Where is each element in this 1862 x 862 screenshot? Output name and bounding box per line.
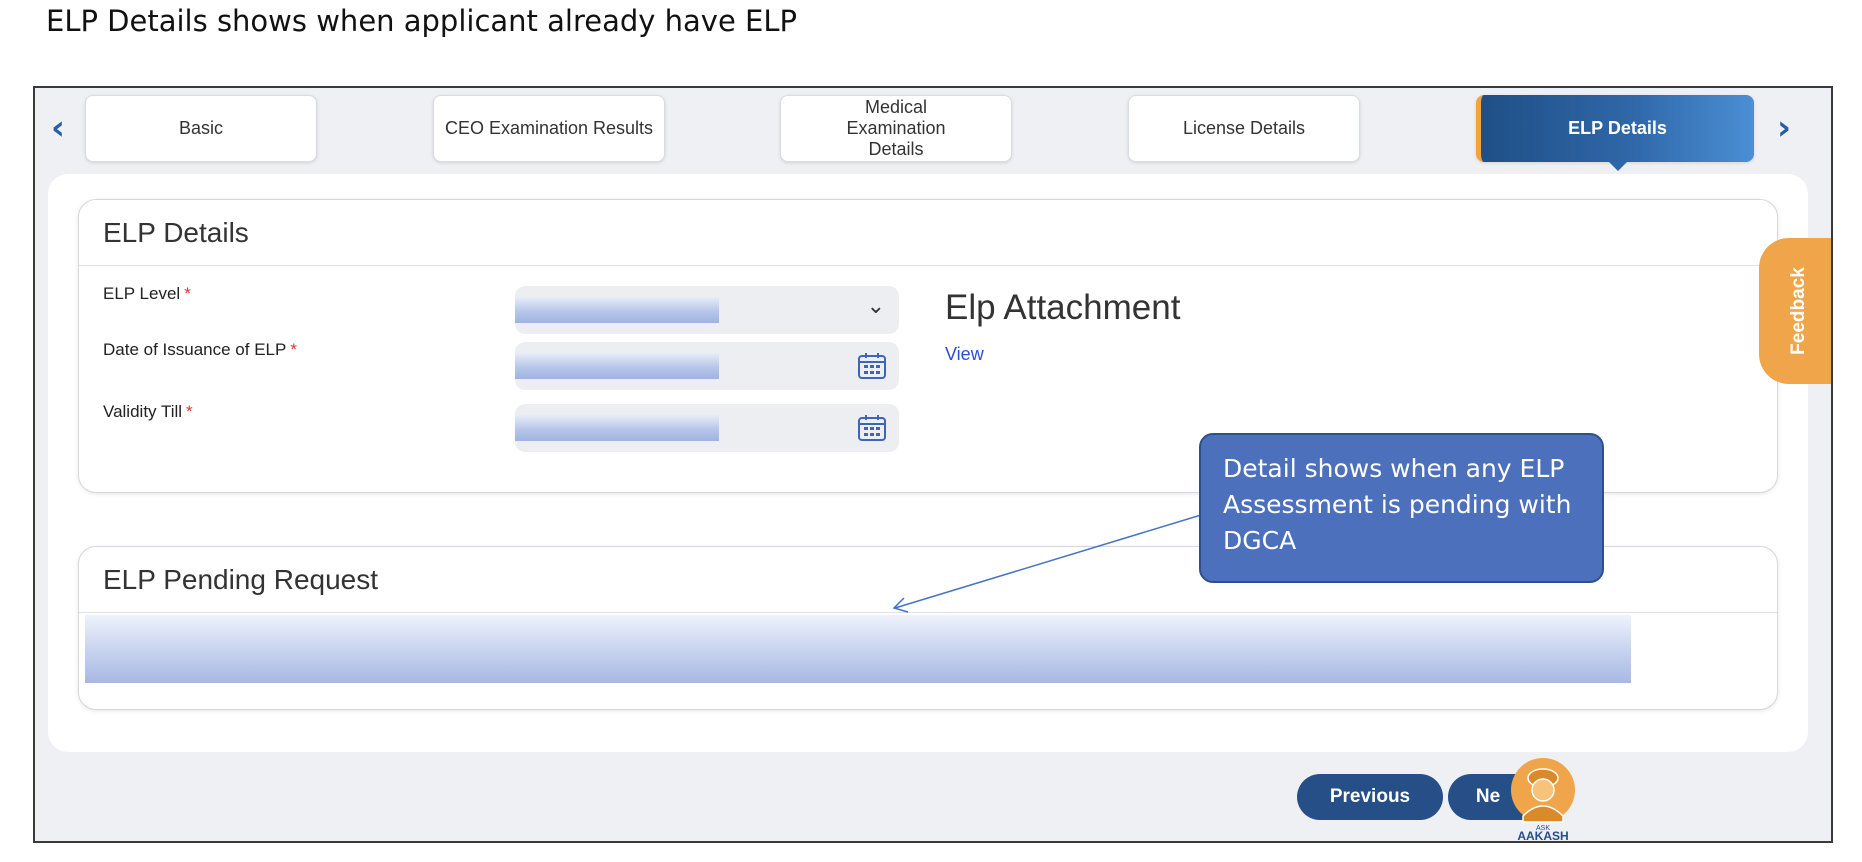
validity-till-input[interactable] xyxy=(515,404,899,452)
elp-level-value xyxy=(515,297,719,323)
tab-medical-examination-details[interactable]: Medical Examination Details xyxy=(780,95,1012,162)
issue-date-label: Date of Issuance of ELP * xyxy=(103,340,297,359)
mascot-label-bottom: AAKASH xyxy=(1517,829,1568,842)
tab-license-details[interactable]: License Details xyxy=(1128,95,1360,162)
page-caption: ELP Details shows when applicant already… xyxy=(46,4,797,38)
elp-level-select[interactable]: ⌄ xyxy=(515,286,899,334)
next-button-label: Ne xyxy=(1475,786,1501,807)
issue-date-input[interactable] xyxy=(515,342,899,390)
calendar-icon[interactable] xyxy=(857,352,887,380)
chevron-down-icon: ⌄ xyxy=(866,294,885,319)
elp-level-label: ELP Level * xyxy=(103,284,191,303)
elp-details-card-title: ELP Details xyxy=(79,200,1777,266)
tab-basic[interactable]: Basic xyxy=(85,95,317,162)
elp-attachment-title: Elp Attachment xyxy=(945,288,1181,327)
required-asterisk: * xyxy=(186,402,193,421)
tabs-prev-chevron-icon[interactable]: ‹ xyxy=(43,108,73,148)
tabs-next-chevron-icon[interactable]: › xyxy=(1769,108,1799,148)
annotation-callout: Detail shows when any ELP Assessment is … xyxy=(1199,433,1604,583)
calendar-icon[interactable] xyxy=(857,414,887,442)
required-asterisk: * xyxy=(184,284,191,303)
tab-elp-details[interactable]: ELP Details xyxy=(1476,95,1754,171)
feedback-label: Feedback xyxy=(1788,267,1809,355)
validity-till-value xyxy=(515,415,719,441)
elp-attachment-view-link[interactable]: View xyxy=(945,344,984,365)
previous-button[interactable]: Previous xyxy=(1297,774,1443,820)
issue-date-value xyxy=(515,353,719,379)
tab-ceo-examination-results[interactable]: CEO Examination Results xyxy=(433,95,665,162)
required-asterisk: * xyxy=(290,340,297,359)
feedback-tab[interactable]: Feedback xyxy=(1759,238,1831,384)
ask-aakash-assistant-icon[interactable]: ASK AAKASH xyxy=(1509,756,1575,842)
pending-request-row xyxy=(85,615,1631,683)
validity-till-label: Validity Till * xyxy=(103,402,193,421)
